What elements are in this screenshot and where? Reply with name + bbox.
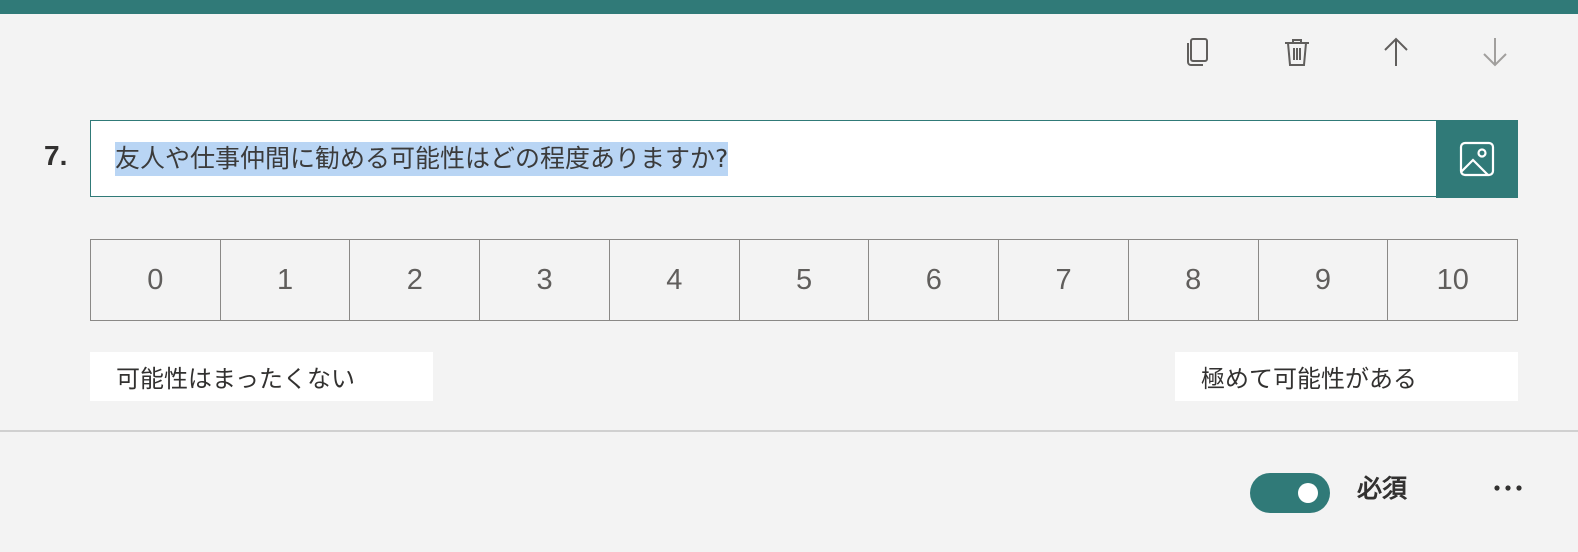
toggle-knob	[1298, 483, 1318, 503]
scale-option[interactable]: 8	[1129, 240, 1259, 320]
scale-option[interactable]: 5	[740, 240, 870, 320]
copy-icon	[1186, 38, 1208, 66]
scale-option[interactable]: 1	[221, 240, 351, 320]
divider	[0, 430, 1578, 432]
more-icon	[1494, 485, 1522, 491]
question-toolbar	[1148, 18, 1544, 86]
top-accent-bar	[0, 0, 1578, 14]
trash-icon	[1284, 39, 1309, 66]
scale-left-label-input[interactable]: 可能性はまったくない	[90, 352, 433, 401]
scale-option[interactable]: 3	[480, 240, 610, 320]
question-title-text: 友人や仕事仲間に勧める可能性はどの程度ありますか?	[115, 141, 729, 176]
scale-option[interactable]: 10	[1388, 240, 1517, 320]
image-icon	[1459, 141, 1495, 177]
move-down-button[interactable]	[1445, 18, 1544, 86]
scale-option[interactable]: 6	[869, 240, 1000, 320]
more-options-button[interactable]	[1488, 472, 1528, 504]
scale-option[interactable]: 9	[1259, 240, 1389, 320]
scale-option[interactable]: 2	[350, 240, 481, 320]
arrow-up-icon	[1383, 37, 1408, 66]
required-toggle[interactable]	[1250, 473, 1330, 513]
required-label: 必須	[1357, 474, 1408, 503]
copy-question-button[interactable]	[1148, 18, 1247, 86]
delete-question-button[interactable]	[1247, 18, 1346, 86]
question-number: 7.	[44, 140, 68, 171]
arrow-down-icon	[1482, 38, 1507, 67]
scale-option[interactable]: 7	[999, 240, 1129, 320]
insert-image-button[interactable]	[1436, 120, 1518, 198]
scale-option[interactable]: 4	[610, 240, 740, 320]
question-title-input[interactable]: 友人や仕事仲間に勧める可能性はどの程度ありますか?	[90, 120, 1436, 197]
scale-right-label-input[interactable]: 極めて可能性がある	[1175, 352, 1518, 401]
rating-scale: 0 1 2 3 4 5 6 7 8 9 10	[90, 239, 1518, 321]
move-up-button[interactable]	[1346, 18, 1445, 86]
scale-option[interactable]: 0	[91, 240, 221, 320]
